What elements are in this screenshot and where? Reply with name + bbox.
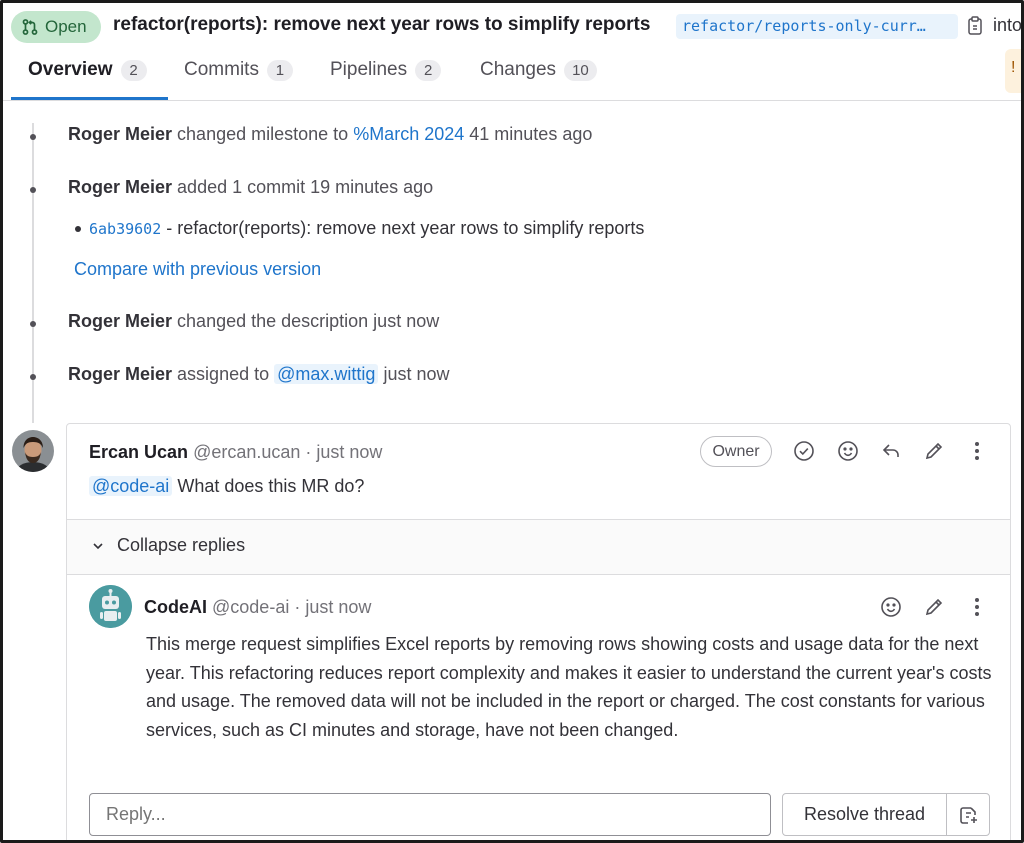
more-actions-icon[interactable]: [965, 595, 989, 619]
note-body: @code-ai What does this MR do?: [89, 476, 364, 497]
tab-changes[interactable]: Changes 10: [480, 59, 597, 81]
reply-author[interactable]: CodeAI: [144, 597, 207, 617]
merge-request-icon: [22, 19, 38, 35]
user-mention[interactable]: @code-ai: [89, 476, 173, 496]
tab-label: Commits: [184, 59, 259, 80]
author-name[interactable]: Roger Meier: [68, 311, 172, 331]
merge-request-page: Open refactor(reports): remove next year…: [0, 0, 1024, 843]
replies-bar: Collapse replies: [67, 519, 1010, 575]
collapse-replies-button[interactable]: Collapse replies: [91, 535, 245, 556]
commit-message: - refactor(reports): remove next year ro…: [166, 218, 645, 238]
more-actions-icon[interactable]: [965, 439, 989, 463]
author-name[interactable]: Roger Meier: [68, 364, 172, 384]
status-badge: Open: [11, 11, 101, 43]
avatar[interactable]: [12, 430, 54, 472]
system-note-description: Roger Meier changed the description just…: [68, 311, 439, 332]
status-label: Open: [45, 17, 87, 36]
system-note-assignee: Roger Meier assigned to @max.wittig just…: [68, 364, 450, 385]
commit-sha-link[interactable]: 6ab39602: [89, 220, 161, 238]
event-text: changed milestone to: [177, 124, 349, 144]
chevron-down-icon: [93, 542, 103, 549]
reply-icon[interactable]: [879, 439, 903, 463]
timeline-dot: [30, 321, 36, 327]
source-branch[interactable]: refactor/reports-only-curr…: [676, 14, 958, 39]
discussion-thread: Ercan Ucan @ercan.ucan · just now Owner …: [66, 423, 1011, 840]
role-badge: Owner: [700, 436, 772, 467]
resolve-in-new-issue-button[interactable]: [947, 794, 989, 835]
note-author[interactable]: Ercan Ucan: [89, 442, 188, 462]
warning-button[interactable]: !: [1005, 49, 1021, 93]
event-text: changed the description just now: [177, 311, 440, 331]
reply-header: CodeAI @code-ai · just now: [144, 597, 371, 618]
note-handle: @ercan.ucan · just now: [193, 442, 383, 462]
active-tab-indicator: [11, 97, 168, 100]
tab-pipelines[interactable]: Pipelines 2: [330, 59, 442, 81]
milestone-link[interactable]: %March 2024: [353, 124, 464, 144]
copy-icon[interactable]: [966, 15, 986, 37]
note-text: What does this MR do?: [177, 476, 365, 496]
timeline-dot: [30, 374, 36, 380]
edit-icon[interactable]: [922, 595, 946, 619]
event-text: assigned to: [177, 364, 270, 384]
author-name[interactable]: Roger Meier: [68, 124, 172, 144]
resolve-thread-button[interactable]: Resolve thread: [783, 794, 947, 835]
tab-count: 2: [120, 59, 147, 81]
system-note-milestone: Roger Meier changed milestone to %March …: [68, 124, 592, 145]
emoji-icon[interactable]: [879, 595, 903, 619]
event-text: added 1 commit 19 minutes ago: [177, 177, 434, 197]
reply-body: This merge request simplifies Excel repo…: [146, 634, 992, 740]
mr-header: Open refactor(reports): remove next year…: [3, 3, 1021, 49]
reply-handle: @code-ai · just now: [212, 597, 372, 617]
mr-tabs: Overview 2 Commits 1 Pipelines 2 Changes…: [3, 49, 1021, 101]
compare-version-link[interactable]: Compare with previous version: [74, 259, 321, 280]
edit-icon[interactable]: [922, 439, 946, 463]
emoji-icon[interactable]: [836, 439, 860, 463]
avatar[interactable]: [89, 585, 132, 628]
timeline-dot: [30, 134, 36, 140]
tab-count: 2: [415, 59, 442, 81]
timeline-dot: [30, 187, 36, 193]
tab-label: Overview: [28, 59, 113, 80]
tab-count: 10: [564, 59, 597, 81]
tab-label: Pipelines: [330, 59, 408, 80]
into-label: into: [993, 15, 1023, 35]
tab-commits[interactable]: Commits 1: [184, 59, 293, 81]
resolve-thread-group: Resolve thread: [782, 793, 990, 836]
collapse-label: Collapse replies: [117, 535, 246, 555]
warning-icon: !: [1011, 59, 1016, 76]
issue-new-icon: [960, 806, 977, 824]
tab-overview[interactable]: Overview 2: [28, 59, 147, 81]
reply-input[interactable]: [89, 793, 771, 836]
event-time: just now: [383, 364, 450, 384]
resolve-icon[interactable]: [792, 439, 816, 463]
system-note-commit: Roger Meier added 1 commit 19 minutes ag…: [68, 177, 433, 198]
list-bullet: [75, 226, 81, 233]
author-name[interactable]: Roger Meier: [68, 177, 172, 197]
commit-item: 6ab39602 - refactor(reports): remove nex…: [75, 218, 644, 239]
note-header: Ercan Ucan @ercan.ucan · just now: [89, 442, 382, 463]
event-time: 41 minutes ago: [469, 124, 593, 144]
tab-count: 1: [266, 59, 293, 81]
user-mention[interactable]: @max.wittig: [274, 364, 379, 384]
tab-label: Changes: [480, 59, 557, 80]
page-title: refactor(reports): remove next year rows…: [113, 14, 651, 35]
